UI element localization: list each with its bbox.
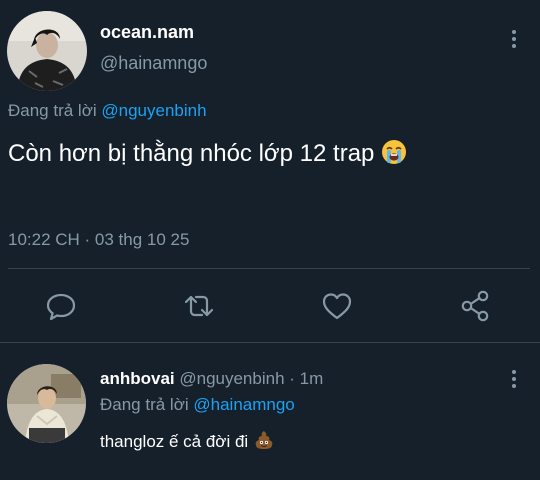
display-name[interactable]: ocean.nam — [100, 22, 194, 43]
avatar-image — [7, 11, 87, 91]
share-icon[interactable] — [458, 289, 492, 323]
tweet-actions — [0, 285, 540, 327]
comment-icon[interactable] — [44, 289, 78, 323]
replying-to-mention[interactable]: @hainamngo — [193, 395, 294, 414]
relative-time[interactable]: 1m — [300, 369, 324, 388]
display-name[interactable]: anhbovai — [100, 369, 175, 388]
tweet-timestamp[interactable]: 10:22 CH · 03 thg 10 25 — [8, 230, 189, 250]
separator: · — [284, 369, 300, 388]
divider — [8, 268, 530, 269]
user-handle[interactable]: @nguyenbinh — [179, 369, 284, 388]
tweet-thread: ocean.nam @hainamngo Đang trả lời @nguye… — [0, 0, 540, 480]
more-options-icon[interactable] — [506, 367, 522, 391]
pile-of-poo-icon — [254, 430, 274, 455]
replying-to-line: Đang trả lời @nguyenbinh — [8, 101, 207, 121]
reply-header: anhbovai @nguyenbinh · 1m — [100, 369, 323, 389]
user-handle[interactable]: @hainamngo — [100, 53, 207, 74]
avatar[interactable] — [7, 11, 87, 91]
reply-text: thangloz ế cả đời đi — [100, 430, 274, 455]
loudly-crying-face-icon — [380, 138, 408, 173]
main-tweet[interactable]: ocean.nam @hainamngo Đang trả lời @nguye… — [0, 0, 540, 343]
divider — [0, 342, 540, 343]
replying-to-line: Đang trả lời @hainamngo — [100, 395, 295, 415]
avatar-image — [7, 364, 86, 443]
replying-to-mention[interactable]: @nguyenbinh — [101, 101, 206, 120]
retweet-icon[interactable] — [182, 289, 216, 323]
tweet-text-body: Còn hơn bị thằng nhóc lớp 12 trap — [8, 140, 375, 167]
replying-label: Đang trả lời — [8, 101, 97, 120]
reply-text-body: thangloz ế cả đời đi — [100, 432, 249, 451]
tweet-text: Còn hơn bị thằng nhóc lớp 12 trap — [8, 138, 408, 173]
more-options-icon[interactable] — [506, 27, 522, 51]
replying-label: Đang trả lời — [100, 395, 189, 414]
avatar[interactable] — [7, 364, 86, 443]
heart-icon[interactable] — [320, 289, 354, 323]
